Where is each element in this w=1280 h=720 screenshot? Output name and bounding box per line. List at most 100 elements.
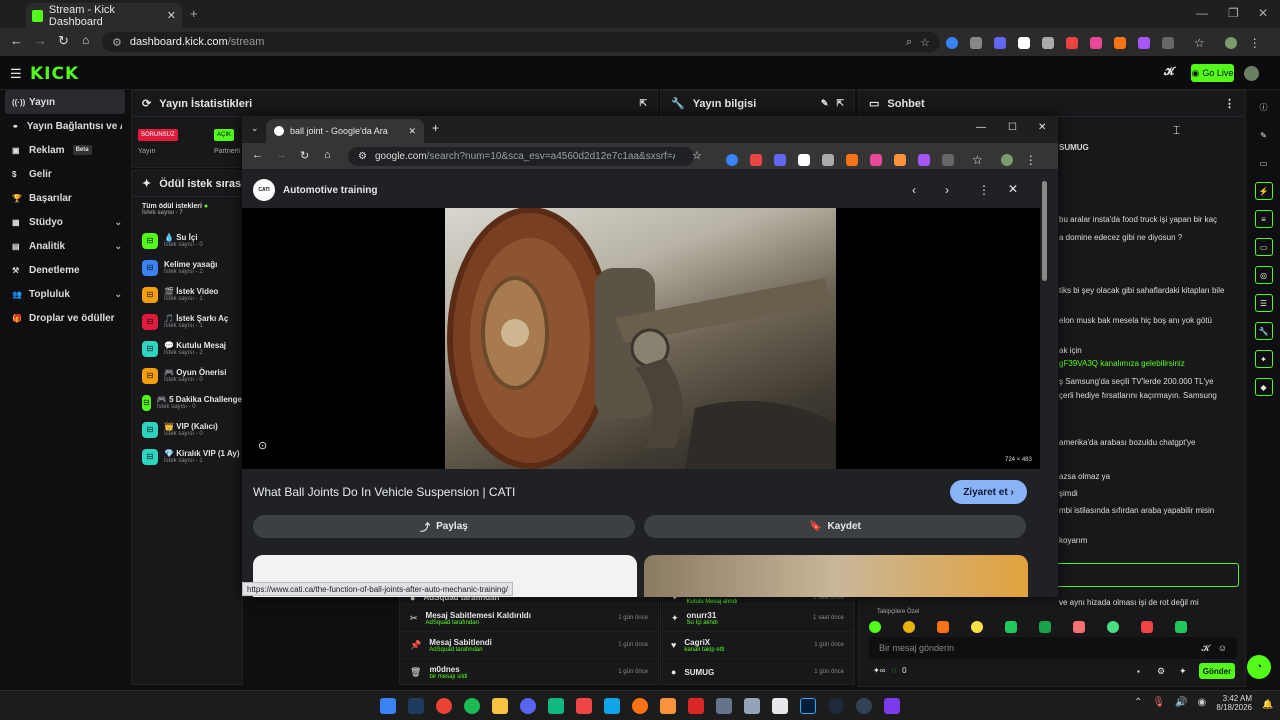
extension-icon[interactable] <box>970 37 982 49</box>
extension-icon[interactable] <box>798 154 810 166</box>
layout-icon[interactable]: ▭ <box>1255 154 1273 172</box>
folder-icon[interactable] <box>492 697 508 714</box>
chevron-down-icon[interactable]: ⌄ <box>114 217 122 228</box>
extension-icon[interactable] <box>1090 37 1102 49</box>
emote-icon[interactable] <box>1039 621 1051 633</box>
emote-icon[interactable] <box>1073 621 1085 633</box>
zoom-icon[interactable]: ⌕ <box>906 36 912 49</box>
extension-icon[interactable] <box>1114 37 1126 49</box>
popup-scrollbar[interactable] <box>1040 169 1048 589</box>
share-button[interactable]: ⤴ Paylaş <box>253 515 635 538</box>
stats-icon[interactable]: ◆ <box>1254 378 1273 396</box>
result-title[interactable]: What Ball Joints Do In Vehicle Suspensio… <box>253 485 515 499</box>
tab-list-icon[interactable]: ⌄ <box>251 123 259 134</box>
extension-icon[interactable] <box>894 154 906 166</box>
reward-item[interactable]: ⊟ Kelime yasağı İstek sayısı - 2 <box>142 254 242 281</box>
sidebar-item[interactable]: ⚒ Denetleme <box>0 258 130 282</box>
broadcast-icon[interactable]: ◎ <box>1254 266 1273 284</box>
window-maximize-icon[interactable]: ☐ <box>1008 122 1017 133</box>
new-tab-icon[interactable]: + <box>190 6 198 21</box>
emote-icon[interactable] <box>1175 621 1187 633</box>
related-image[interactable] <box>644 555 1028 597</box>
extension-icon[interactable] <box>918 154 930 166</box>
extension-icon[interactable] <box>946 37 958 49</box>
app-icon[interactable] <box>716 697 732 714</box>
spotify-icon[interactable] <box>464 697 480 714</box>
emote-icon[interactable] <box>937 621 949 633</box>
extension-icon[interactable] <box>994 37 1006 49</box>
reward-item[interactable]: ⊟ 🎵 İstek Şarkı Aç İstek sayısı - 1 <box>142 308 242 335</box>
sidebar-item[interactable]: 🏆 Başarılar <box>0 186 130 210</box>
edit-icon[interactable]: ✎ <box>1255 126 1273 144</box>
source-name[interactable]: Automotive training <box>283 185 377 196</box>
reward-item[interactable]: ⊟ 🎮 5 Dakika Challenge İstek sayısı - 0 <box>142 389 242 416</box>
window-minimize-icon[interactable]: — <box>1196 6 1208 20</box>
reward-item[interactable]: ⊟ 💬 Kutulu Mesaj İstek sayısı - 2 <box>142 335 242 362</box>
popout-icon[interactable]: ⇱ <box>639 98 647 109</box>
extension-icon[interactable] <box>1042 37 1054 49</box>
chat-bubble-small-icon[interactable]: ▪ <box>1137 667 1140 676</box>
next-result-icon[interactable]: › <box>945 183 949 197</box>
app-icon[interactable] <box>828 697 844 714</box>
window-close-icon[interactable]: ✕ <box>1258 6 1268 20</box>
close-tab-icon[interactable]: ✕ <box>408 126 416 137</box>
reward-item[interactable]: ⊟ 👑 VIP (Kalıcı) İstek sayısı - 0 <box>142 416 242 443</box>
notification-icon[interactable]: 🔔 <box>1262 699 1273 710</box>
reward-item[interactable]: ⊟ 💎 Kiralık VIP (1 Ay) İstek sayısı - 1 <box>142 443 242 470</box>
emote-icon[interactable] <box>869 621 881 633</box>
wrench-icon[interactable]: 🔧 <box>1254 322 1273 340</box>
app-icon[interactable] <box>576 697 592 714</box>
emoji-icon[interactable]: ☺ <box>1218 643 1227 653</box>
menu-kebab-icon[interactable]: ⋮ <box>1025 153 1037 167</box>
home-icon[interactable]: ⌂ <box>324 149 331 161</box>
save-button[interactable]: 🔖 Kaydet <box>644 515 1026 538</box>
user-avatar[interactable] <box>1244 66 1259 81</box>
bookmarks-icon[interactable]: ☆ <box>1194 36 1205 50</box>
list-icon[interactable]: ≡ <box>1254 210 1273 228</box>
app-icon[interactable] <box>632 697 648 714</box>
close-tab-icon[interactable]: ✕ <box>167 9 176 22</box>
emote-icon[interactable] <box>1107 621 1119 633</box>
app-icon[interactable] <box>660 697 676 714</box>
puzzle-icon[interactable] <box>942 154 954 166</box>
info-icon[interactable]: ⓘ <box>1255 98 1273 116</box>
queue-icon[interactable]: ☰ <box>1254 294 1273 312</box>
reload-icon[interactable]: ↻ <box>58 33 69 49</box>
app-icon[interactable] <box>856 697 872 714</box>
popout-icon[interactable]: ⇱ <box>836 98 844 109</box>
back-icon[interactable]: ← <box>252 149 263 161</box>
extension-icon[interactable] <box>1018 37 1030 49</box>
puzzle-icon[interactable] <box>1162 37 1174 49</box>
window-minimize-icon[interactable]: — <box>976 122 986 133</box>
reward-item[interactable]: ⊟ 🎮 Oyun Önerisi İstek sayısı - 0 <box>142 362 242 389</box>
app-icon[interactable] <box>548 697 564 714</box>
chrome-icon[interactable] <box>436 697 452 714</box>
start-icon[interactable] <box>380 697 396 714</box>
reward-icon[interactable]: ✦ <box>1254 350 1273 368</box>
extension-icon[interactable] <box>870 154 882 166</box>
address-bar[interactable]: ⚙ dashboard.kick.com/stream ⌕ ☆ <box>102 32 940 52</box>
emote-icon[interactable] <box>1141 621 1153 633</box>
chat-icon[interactable]: ▭ <box>1254 238 1273 256</box>
window-close-icon[interactable]: ✕ <box>1038 122 1046 133</box>
network-icon[interactable]: ◉ <box>1198 697 1207 708</box>
photoshop-icon[interactable] <box>800 697 816 714</box>
reload-icon[interactable]: ↻ <box>300 149 309 162</box>
emote-icon[interactable] <box>971 621 983 633</box>
chevron-down-icon[interactable]: ⌄ <box>114 241 122 252</box>
app-icon[interactable] <box>688 697 704 714</box>
sidebar-item[interactable]: ▣ Reklam Beta <box>0 138 130 162</box>
kick-logo[interactable]: KICK <box>30 64 79 84</box>
clock[interactable]: 3:42 AM 8/18/2026 <box>1212 694 1252 712</box>
chat-settings-icon[interactable]: ⚙ <box>1157 666 1165 677</box>
support-chat-icon[interactable]: ◔ <box>1247 655 1271 679</box>
profile-icon[interactable] <box>1224 37 1237 49</box>
mic-icon[interactable]: 🎙 <box>1152 697 1165 708</box>
lens-icon[interactable]: ⊙ <box>258 439 267 452</box>
reward-item[interactable]: ⊟ 💧 Su İçi İstek sayısı - 0 <box>142 227 242 254</box>
bolt-icon[interactable]: ⚡ <box>1254 182 1273 200</box>
app-icon[interactable] <box>744 697 760 714</box>
home-icon[interactable]: ⌂ <box>82 33 89 47</box>
prev-result-icon[interactable]: ‹ <box>912 183 916 197</box>
extension-icon[interactable] <box>1138 37 1150 49</box>
